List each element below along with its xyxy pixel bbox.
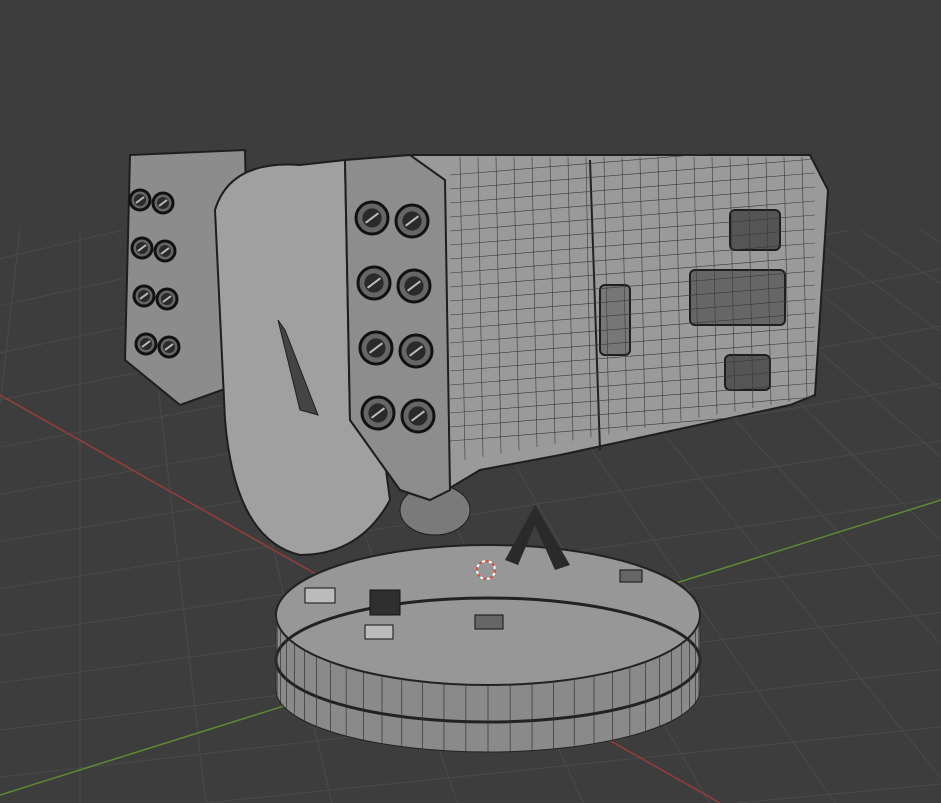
main-rocket-pod[interactable]: [343, 144, 830, 502]
rocket-tube: [356, 265, 392, 301]
rocket-tube: [400, 398, 436, 434]
rocket-tube: [360, 395, 396, 431]
3d-viewport[interactable]: [0, 0, 941, 803]
rocket-tube: [354, 200, 390, 236]
rocket-tube: [358, 330, 394, 366]
turret-model[interactable]: [123, 144, 830, 753]
viewport-canvas[interactable]: [0, 0, 941, 803]
rocket-tube: [153, 239, 177, 263]
rocket-tube: [130, 236, 154, 260]
rocket-tube: [128, 188, 152, 212]
rocket-tube: [155, 287, 179, 311]
rocket-tube: [151, 191, 175, 215]
rocket-tube: [396, 268, 432, 304]
rocket-tube: [394, 203, 430, 239]
rocket-tube: [157, 335, 181, 359]
rocket-tube: [132, 284, 156, 308]
rocket-tube: [398, 333, 434, 369]
rocket-tube: [134, 332, 158, 356]
